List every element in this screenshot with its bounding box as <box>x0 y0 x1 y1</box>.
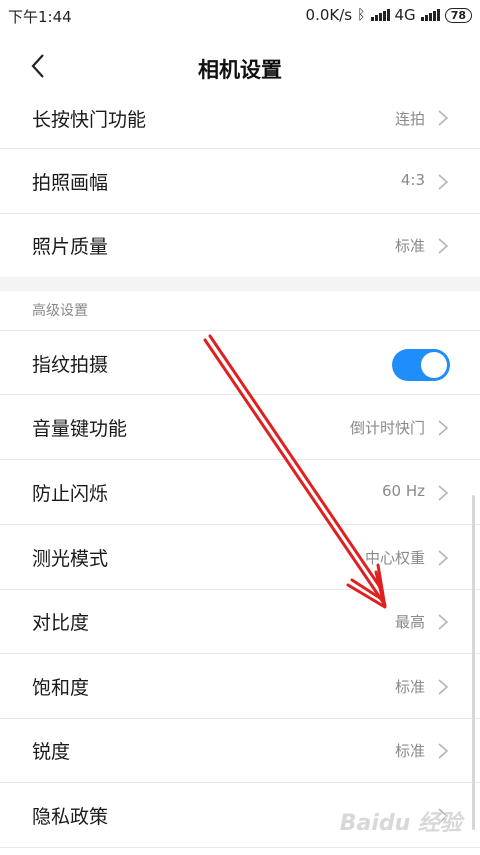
chevron-right-icon <box>438 679 449 695</box>
watermark: Baidu 经验 <box>339 811 462 836</box>
scrollbar[interactable] <box>472 495 475 830</box>
status-bar: 下午1:44 0.0K/s ᛒ 4G 78 <box>0 0 480 32</box>
row-label: 长按快门功能 <box>32 109 147 131</box>
row-label: 防止闪烁 <box>32 483 109 505</box>
row-value: 60 Hz <box>381 482 425 500</box>
chevron-right-icon <box>438 174 449 190</box>
fingerprint-toggle[interactable] <box>392 349 450 381</box>
network-type: 4G <box>394 6 416 24</box>
row-value: 标准 <box>394 678 425 696</box>
setting-row-volume-key[interactable]: 音量键功能 倒计时快门 <box>0 395 480 460</box>
section-title: 高级设置 <box>32 303 88 319</box>
status-icons: 0.0K/s ᛒ 4G 78 <box>306 6 472 24</box>
setting-row-fingerprint[interactable]: 指纹拍摄 <box>0 330 480 395</box>
chevron-right-icon <box>438 743 449 759</box>
battery-icon: 78 <box>444 7 472 23</box>
chevron-right-icon <box>438 110 449 126</box>
row-label: 照片质量 <box>32 236 109 258</box>
row-label: 拍照画幅 <box>32 172 109 194</box>
row-value: 4:3 <box>400 171 425 189</box>
toggle-knob <box>421 352 447 378</box>
row-value: 倒计时快门 <box>349 419 425 437</box>
row-label: 指纹拍摄 <box>32 354 109 376</box>
signal-icon-2 <box>420 9 440 21</box>
setting-row-metering[interactable]: 测光模式 中心权重 <box>0 525 480 590</box>
setting-row-anti-flicker[interactable]: 防止闪烁 60 Hz <box>0 460 480 525</box>
setting-row-quality[interactable]: 照片质量 标准 <box>0 213 480 278</box>
chevron-right-icon <box>438 614 449 630</box>
row-value: 标准 <box>394 237 425 255</box>
row-label: 对比度 <box>32 612 90 634</box>
row-value: 连拍 <box>394 110 425 128</box>
chevron-right-icon <box>438 485 449 501</box>
signal-icon <box>370 9 390 21</box>
row-label: 测光模式 <box>32 548 109 570</box>
setting-row-saturation[interactable]: 饱和度 标准 <box>0 654 480 719</box>
row-value: 最高 <box>394 613 425 631</box>
row-value: 中心权重 <box>364 549 425 567</box>
setting-row-aspect[interactable]: 拍照画幅 4:3 <box>0 149 480 214</box>
row-label: 锐度 <box>32 741 71 763</box>
row-value: 标准 <box>394 742 425 760</box>
row-label: 饱和度 <box>32 677 90 699</box>
section-divider <box>0 277 480 291</box>
chevron-right-icon <box>438 420 449 436</box>
bluetooth-icon: ᛒ <box>357 7 366 23</box>
chevron-right-icon <box>438 550 449 566</box>
chevron-right-icon <box>438 238 449 254</box>
network-speed: 0.0K/s <box>305 6 353 24</box>
page-title: 相机设置 <box>198 58 282 82</box>
row-label: 隐私政策 <box>32 806 109 828</box>
setting-row-sharpness[interactable]: 锐度 标准 <box>0 718 480 783</box>
row-label: 音量键功能 <box>32 418 128 440</box>
setting-row-contrast[interactable]: 对比度 最高 <box>0 589 480 654</box>
status-time: 下午1:44 <box>8 8 72 26</box>
setting-row-long-press[interactable]: 长按快门功能 连拍 <box>0 84 480 149</box>
